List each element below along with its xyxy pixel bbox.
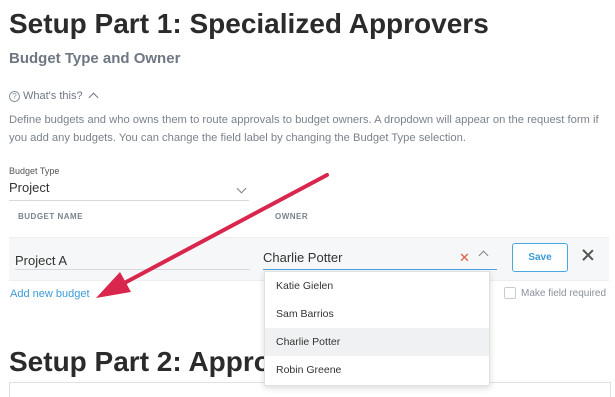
dropdown-option[interactable]: Robin Greene [265,356,489,384]
dropdown-option[interactable]: Charlie Potter [265,328,489,356]
dropdown-option[interactable]: Sam Barrios [265,300,489,328]
add-new-budget-link[interactable]: Add new budget [10,288,90,300]
make-field-required-checkbox[interactable]: Make field required [504,287,606,299]
clear-x-icon[interactable]: ✕ [459,251,470,265]
close-icon[interactable] [580,247,596,263]
checkbox-box[interactable] [504,287,516,299]
owner-dropdown-menu: Katie Gielen Sam Barrios Charlie Potter … [264,271,490,386]
question-circle-icon: ? [9,90,20,102]
column-header-owner: OWNER [275,212,309,221]
save-button[interactable]: Save [512,243,568,272]
column-header-budget-name: BUDGET NAME [18,212,84,221]
make-field-required-label: Make field required [521,287,607,299]
description-text: Define budgets and who owns them to rout… [9,114,599,144]
section-subtitle: Budget Type and Owner [9,50,181,67]
whats-this-toggle[interactable]: ? What's this? [9,90,99,103]
budget-type-select[interactable]: Project [9,180,249,201]
chevron-up-icon [88,92,99,103]
dropdown-option[interactable]: Katie Gielen [265,272,489,300]
budget-type-value: Project [9,180,50,195]
chevron-down-icon [236,183,247,194]
budget-type-label: Budget Type [9,166,60,176]
budget-name-input[interactable] [15,251,250,270]
whats-this-label: What's this? [23,90,83,102]
page-title: Setup Part 1: Specialized Approvers [9,8,489,39]
